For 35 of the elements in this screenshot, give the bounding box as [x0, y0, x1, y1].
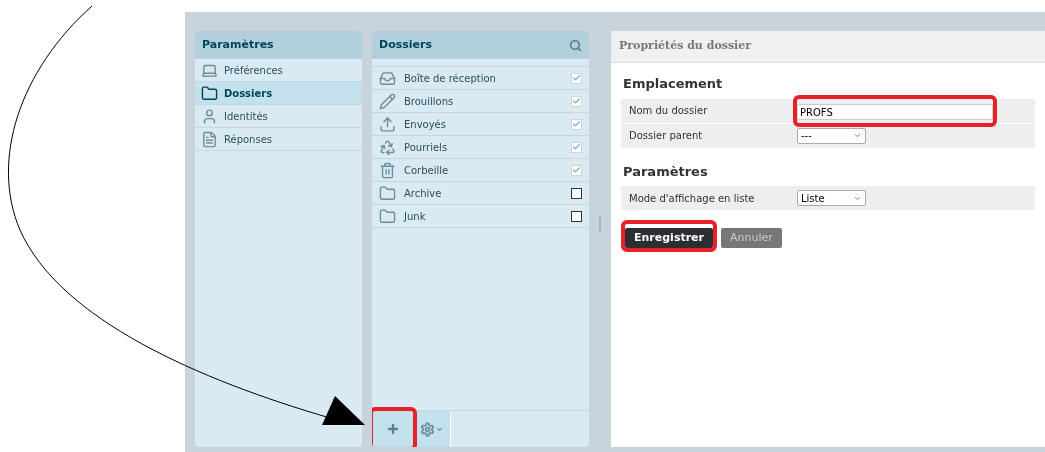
- folder-icon: [379, 207, 396, 225]
- settings-item[interactable]: Réponses: [195, 128, 362, 151]
- recycle-icon: [379, 138, 396, 156]
- search-icon[interactable]: [569, 38, 582, 52]
- folder-item[interactable]: Archive: [372, 182, 589, 205]
- gear-icon: [420, 421, 435, 437]
- save-button[interactable]: Enregistrer: [625, 228, 713, 249]
- panel-title: Dossiers: [379, 36, 432, 53]
- folder-item[interactable]: Junk: [372, 205, 589, 228]
- caret-icon: [436, 425, 443, 433]
- folder-icon: [379, 184, 396, 202]
- folder-name-field[interactable]: PROFS: [797, 104, 993, 120]
- plus-icon: [386, 422, 400, 436]
- subscribe-checkbox[interactable]: [571, 210, 582, 222]
- settings-item[interactable]: Dossiers: [195, 82, 362, 105]
- panel-title: Paramètres: [202, 36, 274, 53]
- panel-title: Propriétés du dossier: [619, 38, 752, 55]
- chevron-icon: [853, 131, 862, 140]
- subscribe-checkbox[interactable]: [571, 187, 582, 199]
- pencil-icon: [379, 92, 396, 110]
- field-label: Mode d'affichage en liste: [628, 191, 756, 206]
- section-heading: Paramètres: [623, 162, 709, 181]
- trash-icon: [379, 161, 396, 179]
- document-icon: [201, 130, 218, 148]
- upload-icon: [379, 115, 396, 133]
- field-label: Dossier parent: [628, 129, 704, 143]
- section-heading: Emplacement: [623, 75, 724, 93]
- field-label: Nom du dossier: [628, 104, 709, 118]
- folder-icon: [201, 84, 218, 102]
- settings-item[interactable]: Identités: [195, 105, 362, 128]
- add-folder-button[interactable]: [373, 411, 413, 447]
- dropdown[interactable]: ---: [797, 127, 866, 144]
- inbox-icon: [379, 69, 396, 87]
- person-icon: [201, 107, 218, 125]
- dropdown[interactable]: Liste: [797, 190, 866, 206]
